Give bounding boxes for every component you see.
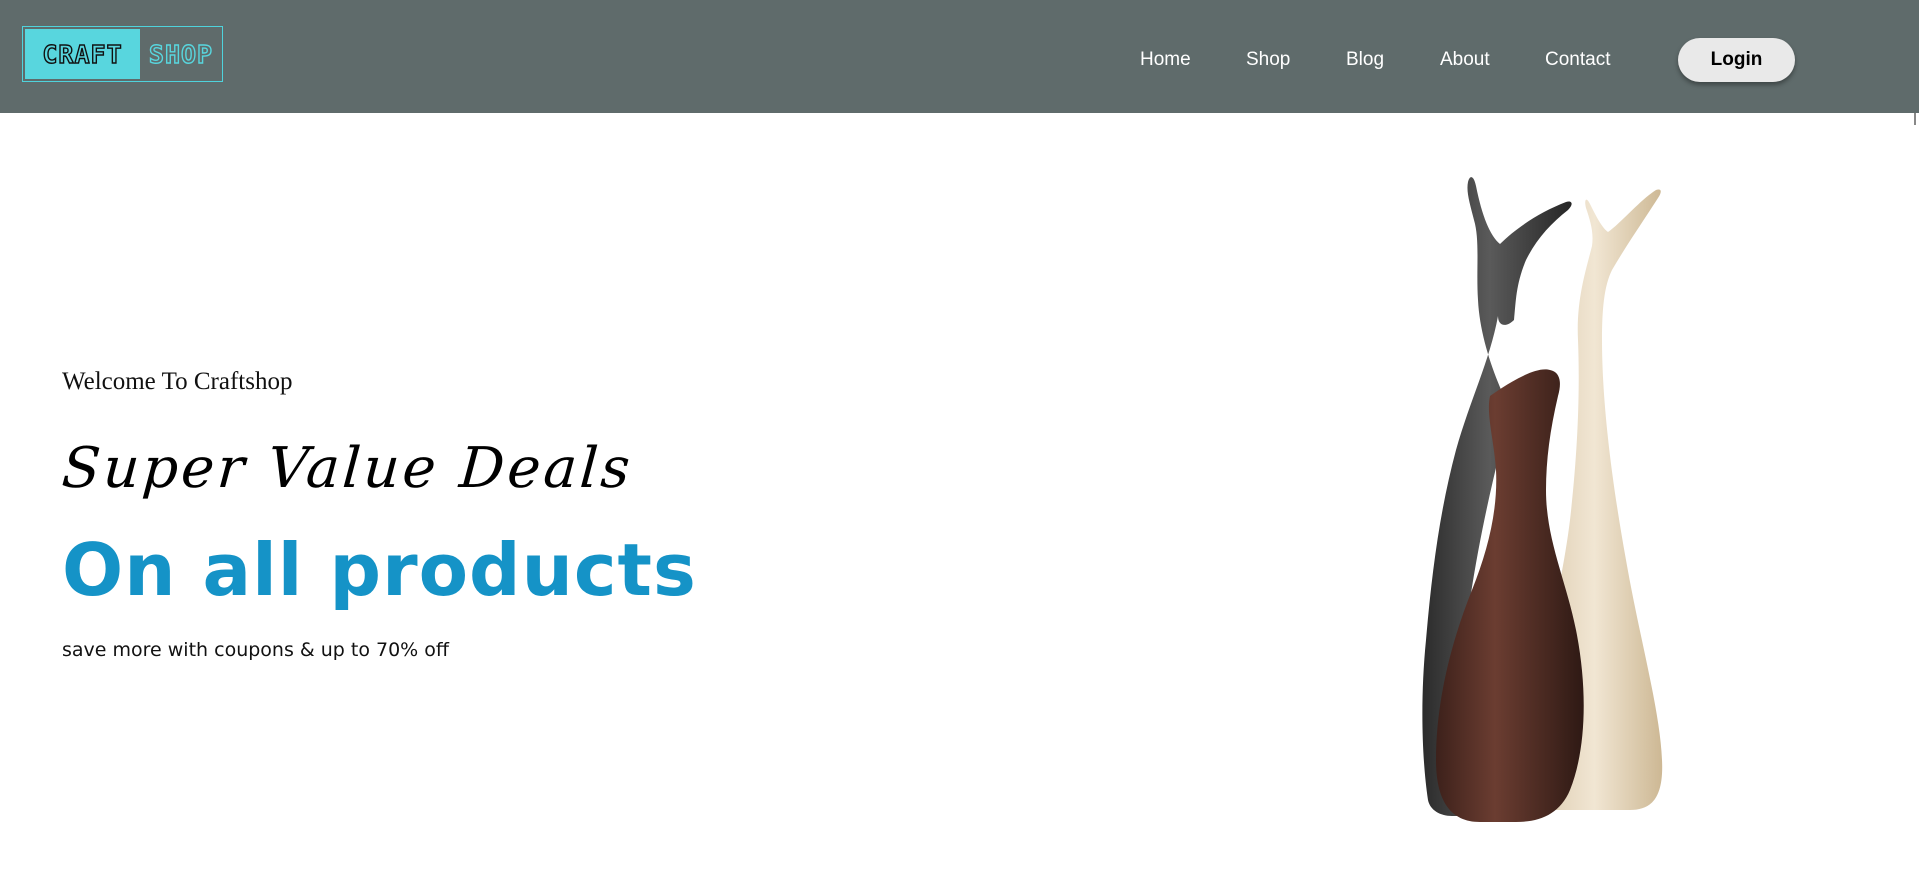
nav-contact[interactable]: Contact [1545, 49, 1610, 71]
logo-craft-text: CRAFT [25, 29, 140, 79]
hero-subheadline: On all products [62, 528, 697, 612]
hero-headline: Super Value Deals [59, 436, 635, 501]
welcome-text: Welcome To Craftshop [62, 368, 293, 395]
nav-shop[interactable]: Shop [1246, 49, 1290, 71]
page-scrollbar[interactable] [1914, 113, 1916, 125]
site-header: CRAFT SHOP Home Shop Blog About Contact … [0, 0, 1919, 113]
hero-tagline: save more with coupons & up to 70% off [62, 639, 449, 661]
ceramic-vases-image [1422, 177, 1663, 822]
nav-about[interactable]: About [1440, 49, 1490, 71]
login-button[interactable]: Login [1678, 38, 1795, 82]
logo-shop-text: SHOP [148, 39, 214, 69]
nav-home[interactable]: Home [1140, 49, 1191, 71]
nav-blog[interactable]: Blog [1346, 49, 1384, 71]
craftshop-logo[interactable]: CRAFT SHOP [22, 26, 223, 82]
